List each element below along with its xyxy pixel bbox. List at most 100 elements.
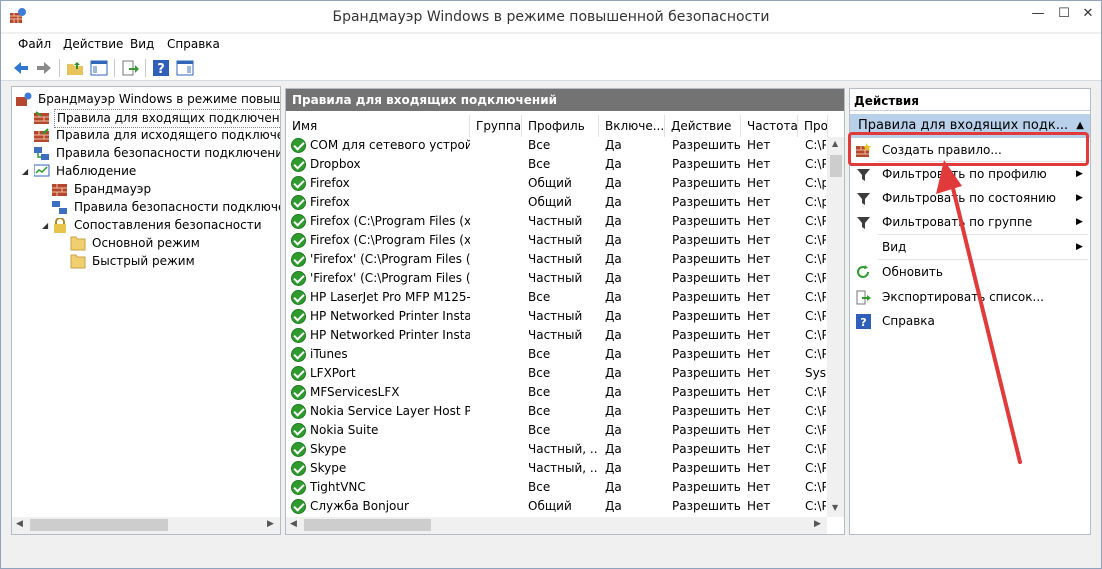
- table-row[interactable]: COM для сетевого устройс... Все Да Разрешит…: [286, 137, 826, 156]
- cell-override: Нет: [747, 252, 771, 266]
- rules-vertical-scrollbar[interactable]: ▲ ▼: [827, 137, 844, 517]
- cell-program: C:\P: [805, 138, 826, 152]
- tree-root-label: Брандмауэр Windows в режиме повышенной б…: [38, 92, 281, 106]
- cell-name: Firefox (C:\Program Files (x8...: [310, 233, 470, 247]
- cell-override: Нет: [747, 499, 771, 513]
- table-row[interactable]: LFXPort Все Да Разрешить Нет Syst: [286, 365, 826, 384]
- action-item[interactable]: Вид ▶: [850, 236, 1090, 258]
- up-folder-icon[interactable]: [65, 58, 85, 78]
- help-icon: ?: [856, 314, 871, 329]
- close-button[interactable]: ✕: [1071, 3, 1102, 27]
- console-tree: Брандмауэр Windows в режиме повышенной б…: [11, 86, 281, 535]
- table-row[interactable]: TightVNC Все Да Разрешить Нет C:\P: [286, 479, 826, 498]
- table-row[interactable]: Skype Частный, ... Да Разрешить Нет C:\P: [286, 441, 826, 460]
- cell-enabled: Да: [605, 252, 622, 266]
- show-hide-actions-icon[interactable]: [175, 58, 195, 78]
- tree-item-label: Брандмауэр: [74, 182, 152, 196]
- cell-name: Nokia Suite: [310, 423, 379, 437]
- tree-item-label: Правила для входящих подключений: [54, 109, 280, 128]
- table-row[interactable]: Nokia Suite Все Да Разрешить Нет C:\P: [286, 422, 826, 441]
- back-arrow-icon[interactable]: [11, 58, 31, 78]
- cell-name: 'Firefox' (C:\Program Files (x...: [310, 271, 470, 285]
- collapse-icon[interactable]: ◢: [22, 167, 28, 176]
- cell-enabled: Да: [605, 385, 622, 399]
- table-row[interactable]: Firefox Общий Да Разрешить Нет C:\p: [286, 175, 826, 194]
- table-row[interactable]: 'Firefox' (C:\Program Files (x... Частный…: [286, 270, 826, 289]
- action-item-label: Фильтровать по группе: [882, 215, 1033, 229]
- cell-enabled: Да: [605, 271, 622, 285]
- scroll-left-icon[interactable]: ◀: [290, 519, 297, 529]
- scrollbar-thumb[interactable]: [830, 155, 842, 177]
- cell-program: Syst: [805, 366, 826, 380]
- table-row[interactable]: Firefox Общий Да Разрешить Нет C:\p: [286, 194, 826, 213]
- cell-name: MFServicesLFX: [310, 385, 400, 399]
- menu-help[interactable]: Справка: [167, 37, 220, 51]
- forward-arrow-icon[interactable]: [34, 58, 54, 78]
- action-item[interactable]: Фильтровать по профилю ▶: [850, 163, 1090, 185]
- toolbar: ?: [1, 55, 1101, 81]
- table-row[interactable]: iTunes Все Да Разрешить Нет C:\P: [286, 346, 826, 365]
- enabled-check-icon: [291, 366, 306, 381]
- submenu-arrow-icon: ▶: [1076, 193, 1083, 203]
- toolbar-separator: [114, 59, 115, 77]
- action-item[interactable]: Фильтровать по состоянию ▶: [850, 187, 1090, 209]
- table-row[interactable]: Firefox (C:\Program Files (x8... Частный Д…: [286, 232, 826, 251]
- action-item[interactable]: Экспортировать список...: [850, 286, 1090, 308]
- table-row[interactable]: Skype Частный, ... Да Разрешить Нет C:\P: [286, 460, 826, 479]
- column-group[interactable]: Группа: [470, 115, 522, 137]
- rules-horizontal-scrollbar[interactable]: ◀ ▶: [286, 517, 827, 534]
- show-hide-tree-icon[interactable]: [89, 58, 109, 78]
- cell-profile: Все: [528, 138, 551, 152]
- scrollbar-thumb[interactable]: [304, 519, 431, 531]
- enabled-check-icon: [291, 385, 306, 400]
- menu-file[interactable]: Файл: [18, 37, 51, 51]
- toolbar-separator: [145, 59, 146, 77]
- cell-enabled: Да: [605, 347, 622, 361]
- table-row[interactable]: HP Networked Printer Installer Частный Да Р…: [286, 327, 826, 346]
- collapse-icon[interactable]: ◢: [42, 221, 48, 230]
- tree-horizontal-scrollbar[interactable]: ◀ ▶: [12, 517, 280, 534]
- scroll-left-icon[interactable]: ◀: [16, 519, 23, 529]
- scroll-right-icon[interactable]: ▶: [267, 519, 274, 529]
- menu-view[interactable]: Вид: [130, 37, 154, 51]
- scroll-right-icon[interactable]: ▶: [814, 519, 821, 529]
- filter-icon: [856, 191, 871, 206]
- cell-program: C:\P: [805, 423, 826, 437]
- column-override[interactable]: Частота: [741, 115, 798, 137]
- table-row[interactable]: HP Networked Printer Installer Частный Да Р…: [286, 308, 826, 327]
- cell-action: Разрешить: [672, 404, 741, 418]
- outbound-rules-icon: [34, 128, 49, 142]
- table-row[interactable]: Firefox (C:\Program Files (x8... Частный Д…: [286, 213, 826, 232]
- column-name[interactable]: Имя: [286, 115, 470, 137]
- column-profile[interactable]: Профиль: [522, 115, 599, 137]
- menu-action[interactable]: Действие: [63, 37, 123, 51]
- enabled-check-icon: [291, 480, 306, 495]
- action-item[interactable]: Обновить: [850, 261, 1090, 283]
- table-row[interactable]: HP LaserJet Pro MFP M125-... Все Да Разреши…: [286, 289, 826, 308]
- enabled-check-icon: [291, 195, 306, 210]
- action-item-label: Фильтровать по состоянию: [882, 191, 1056, 205]
- cell-enabled: Да: [605, 176, 622, 190]
- scroll-up-icon[interactable]: ▲: [832, 139, 838, 148]
- column-enabled[interactable]: Включе...: [599, 115, 665, 137]
- column-action[interactable]: Действие: [665, 115, 741, 137]
- cell-profile: Общий: [528, 499, 572, 513]
- table-row[interactable]: Nokia Service Layer Host Pr... Все Да Разре…: [286, 403, 826, 422]
- help-icon[interactable]: ?: [151, 58, 171, 78]
- connection-security-icon: [52, 201, 67, 214]
- table-row[interactable]: MFServicesLFX Все Да Разрешить Нет C:\P: [286, 384, 826, 403]
- table-row[interactable]: Служба Bonjour Общий Да Разрешить Нет C:\P: [286, 498, 826, 517]
- table-row[interactable]: 'Firefox' (C:\Program Files (x... Частный…: [286, 251, 826, 270]
- cell-program: C:\P: [805, 499, 826, 513]
- cell-override: Нет: [747, 176, 771, 190]
- filter-icon: [856, 215, 871, 230]
- svg-text:?: ?: [157, 62, 165, 77]
- action-item[interactable]: ? Справка: [850, 310, 1090, 332]
- scrollbar-thumb[interactable]: [30, 519, 168, 531]
- cell-override: Нет: [747, 271, 771, 285]
- column-program[interactable]: Про: [798, 115, 828, 137]
- scroll-down-icon[interactable]: ▼: [832, 503, 838, 512]
- export-list-icon[interactable]: [120, 58, 140, 78]
- action-item[interactable]: Фильтровать по группе ▶: [850, 211, 1090, 233]
- table-row[interactable]: Dropbox Все Да Разрешить Нет C:\P: [286, 156, 826, 175]
